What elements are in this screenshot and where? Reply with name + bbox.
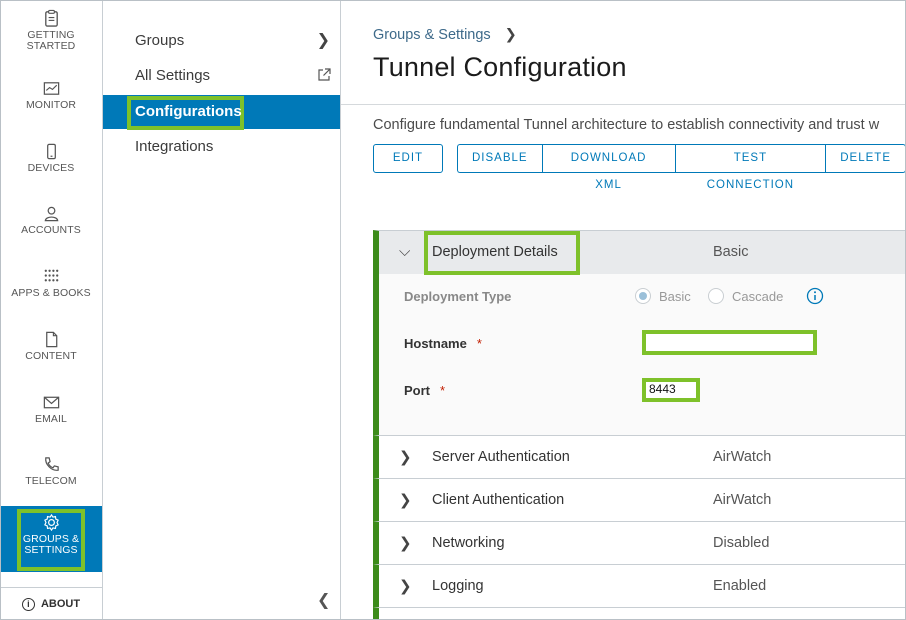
chevron-right-icon: ❯ xyxy=(504,27,517,43)
delete-button[interactable]: DELETE xyxy=(825,144,906,173)
nav-groups-settings[interactable]: GROUPS & SETTINGS xyxy=(0,506,102,572)
subnav-item-all-settings[interactable]: All Settings xyxy=(103,59,340,93)
action-button-group: DISABLE DOWNLOAD XML TEST CONNECTION DEL… xyxy=(457,144,906,191)
section-value: AirWatch xyxy=(713,492,772,508)
next-section-panel xyxy=(373,608,906,620)
page-title: Tunnel Configuration xyxy=(373,52,627,82)
info-circle-icon[interactable] xyxy=(806,287,824,305)
radio-basic[interactable]: Basic xyxy=(635,288,691,304)
user-icon xyxy=(0,203,102,225)
chevron-right-icon: ❯ xyxy=(399,449,412,466)
document-icon xyxy=(0,329,102,351)
envelope-icon xyxy=(0,392,102,414)
subnav-label: Groups xyxy=(135,32,185,49)
collapse-panel-icon[interactable]: ❮ xyxy=(317,590,330,610)
nav-getting-started[interactable]: GETTING STARTED xyxy=(0,8,102,52)
phone-icon xyxy=(0,141,102,163)
nav-content[interactable]: CONTENT xyxy=(0,329,102,362)
section-title: Server Authentication xyxy=(432,449,570,465)
subnav-item-configurations[interactable]: Configurations xyxy=(103,95,340,130)
nav-devices[interactable]: DEVICES xyxy=(0,141,102,174)
port-label-text: Port xyxy=(404,383,430,398)
nav-accounts[interactable]: ACCOUNTS xyxy=(0,203,102,236)
primary-nav: GETTING STARTED MONITOR DEVICES ACCOUNTS… xyxy=(0,0,103,620)
secondary-nav: Groups ❯ All Settings Configurations Int… xyxy=(103,0,341,620)
page-description: Configure fundamental Tunnel architectur… xyxy=(373,117,880,133)
chevron-right-icon: ❯ xyxy=(399,492,412,509)
edit-button[interactable]: EDIT xyxy=(373,144,443,173)
telephone-icon xyxy=(0,454,102,476)
external-link-icon xyxy=(318,68,331,81)
apps-grid-icon xyxy=(0,266,102,288)
networking-panel[interactable]: ❯ Networking Disabled xyxy=(373,522,906,565)
breadcrumb: Groups & Settings ❯ xyxy=(373,27,517,43)
subnav-label: All Settings xyxy=(135,67,211,84)
client-authentication-panel[interactable]: ❯ Client Authentication AirWatch xyxy=(373,479,906,522)
nav-label: APPS & BOOKS xyxy=(11,287,91,299)
accordion-header[interactable]: ⌵ Deployment Details Basic xyxy=(379,231,906,275)
server-authentication-panel[interactable]: ❯ Server Authentication AirWatch xyxy=(373,436,906,479)
section-value: AirWatch xyxy=(713,449,772,465)
section-title: Deployment Details xyxy=(432,244,558,260)
deployment-type-label: Deployment Type xyxy=(404,289,512,304)
subnav-item-integrations[interactable]: Integrations xyxy=(103,130,340,164)
hostname-label: Hostname * xyxy=(404,336,482,351)
chevron-right-icon: ❯ xyxy=(399,535,412,552)
nav-label: STARTED xyxy=(26,40,76,52)
nav-label: ACCOUNTS xyxy=(21,224,81,236)
nav-monitor[interactable]: MONITOR xyxy=(0,78,102,111)
nav-label: EMAIL xyxy=(34,413,67,425)
accordion-header[interactable]: ❯ Server Authentication AirWatch xyxy=(379,436,906,479)
nav-email[interactable]: EMAIL xyxy=(0,392,102,425)
chevron-right-icon: ❯ xyxy=(316,32,330,49)
nav-label: MONITOR xyxy=(25,99,77,111)
info-icon: i xyxy=(21,597,35,611)
divider xyxy=(341,104,906,105)
subnav-label: Integrations xyxy=(135,138,214,155)
radio-label: Cascade xyxy=(732,288,784,304)
chevron-down-icon: ⌵ xyxy=(399,243,411,260)
hostname-label-text: Hostname xyxy=(404,336,467,351)
nav-telecom[interactable]: TELECOM xyxy=(0,454,102,487)
nav-label: CONTENT xyxy=(25,350,77,362)
port-input[interactable]: 8443 xyxy=(642,378,700,402)
nav-apps-books[interactable]: APPS & BOOKS xyxy=(0,266,102,299)
logging-panel[interactable]: ❯ Logging Enabled xyxy=(373,565,906,608)
clipboard-icon xyxy=(0,8,102,30)
accordion-header[interactable]: ❯ Logging Enabled xyxy=(379,565,906,608)
chevron-right-icon: ❯ xyxy=(399,578,412,595)
radio-unselected-icon xyxy=(708,288,724,304)
breadcrumb-link[interactable]: Groups & Settings xyxy=(373,27,491,43)
section-value: Basic xyxy=(713,244,749,260)
main-content: Groups & Settings ❯ Tunnel Configuration … xyxy=(341,0,906,620)
nav-label: TELECOM xyxy=(25,475,77,487)
about-label: ABOUT xyxy=(40,598,81,610)
accordion-header[interactable]: ❯ Networking Disabled xyxy=(379,522,906,565)
accordion-header[interactable]: ❯ Client Authentication AirWatch xyxy=(379,479,906,522)
deployment-details-panel: ⌵ Deployment Details Basic Deployment Ty… xyxy=(373,230,906,436)
section-value: Enabled xyxy=(713,578,767,594)
section-title: Client Authentication xyxy=(432,492,565,508)
hostname-input[interactable] xyxy=(642,330,817,355)
monitor-chart-icon xyxy=(0,78,102,100)
required-mark: * xyxy=(476,336,482,351)
test-connection-button[interactable]: TEST CONNECTION xyxy=(674,144,826,191)
about-button[interactable]: i ABOUT xyxy=(0,587,102,620)
subnav-label: Configurations xyxy=(135,103,242,120)
radio-selected-icon xyxy=(635,288,651,304)
section-title: Networking xyxy=(432,535,505,551)
required-mark: * xyxy=(440,383,446,398)
section-value: Disabled xyxy=(713,535,770,551)
nav-label: DEVICES xyxy=(27,162,75,174)
subnav-item-groups[interactable]: Groups ❯ xyxy=(103,24,340,58)
highlight-box xyxy=(17,509,85,571)
disable-button[interactable]: DISABLE xyxy=(457,144,542,173)
radio-label: Basic xyxy=(659,288,691,304)
download-xml-button[interactable]: DOWNLOAD XML xyxy=(541,144,675,191)
section-title: Logging xyxy=(432,578,484,594)
port-label: Port * xyxy=(404,383,445,398)
radio-cascade[interactable]: Cascade xyxy=(708,288,783,304)
